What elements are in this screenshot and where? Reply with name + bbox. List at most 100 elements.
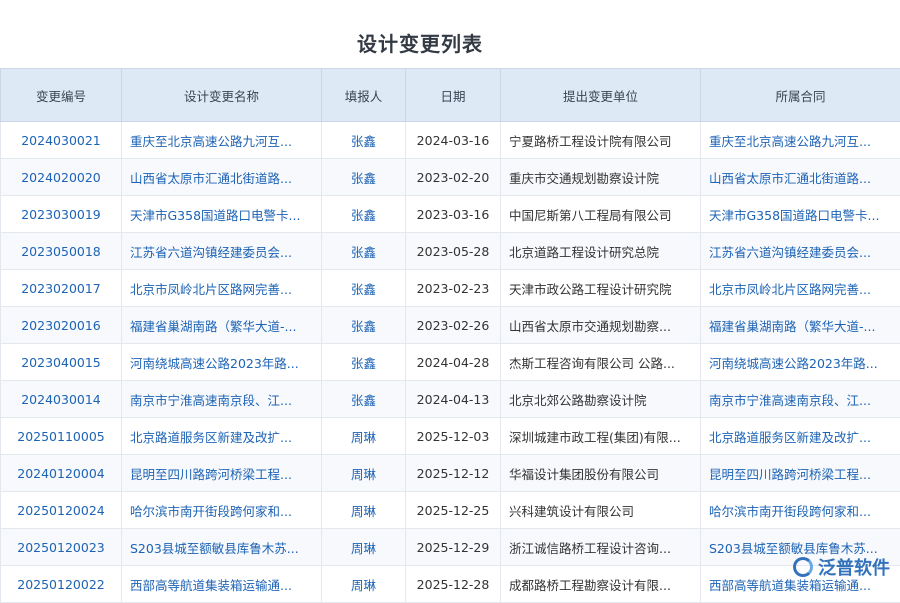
contract-link[interactable]: 北京市凤岭北片区路网完善... (709, 282, 871, 297)
cell-reporter: 周琳 (322, 492, 406, 529)
cell-name: 河南绕城高速公路2023年路... (122, 344, 322, 381)
code-link[interactable]: 20250120022 (17, 577, 104, 592)
reporter-link[interactable]: 张鑫 (351, 393, 376, 408)
code-link[interactable]: 20250120023 (17, 540, 104, 555)
name-link[interactable]: 天津市G358国道路口电警卡... (130, 208, 300, 223)
reporter-link[interactable]: 周琳 (351, 430, 376, 445)
contract-link[interactable]: 江苏省六道沟镇经建委员会... (709, 245, 871, 260)
code-link[interactable]: 2023030019 (21, 207, 101, 222)
name-link[interactable]: S203县城至额敏县库鲁木苏... (130, 541, 299, 556)
reporter-link[interactable]: 张鑫 (351, 208, 376, 223)
table-row[interactable]: 2023020017 北京市凤岭北片区路网完善... 张鑫 2023-02-23天津市… (1, 270, 900, 307)
contract-link[interactable]: 河南绕城高速公路2023年路... (709, 356, 878, 371)
name-link[interactable]: 北京市凤岭北片区路网完善... (130, 282, 292, 297)
reporter-link[interactable]: 周琳 (351, 578, 376, 593)
cell-date: 2023-02-23 (406, 270, 501, 307)
reporter-link[interactable]: 周琳 (351, 467, 376, 482)
cell-contract: 北京路道服务区新建及改扩... (701, 418, 900, 455)
cell-date: 2024-03-16 (406, 122, 501, 159)
table-row[interactable]: 2023030019天津市G358国道路口电警卡...张鑫2023-03-16中… (1, 196, 900, 233)
cell-reporter: 张鑫 (322, 270, 406, 307)
contract-link[interactable]: 重庆至北京高速公路九河互... (709, 134, 871, 149)
name-link[interactable]: 山西省太原市汇通北街道路... (130, 171, 292, 186)
cell-unit: 华福设计集团股份有限公司 (501, 455, 701, 492)
cell-reporter: 张鑫 (322, 344, 406, 381)
cell-contract: 哈尔滨市南开街段跨何家和... (701, 492, 900, 529)
cell-name: 哈尔滨市南开街段跨何家和... (122, 492, 322, 529)
cell-unit: 天津市政公路工程设计研究院 (501, 270, 701, 307)
cell-code: 20250120024 (1, 492, 122, 529)
reporter-link[interactable]: 张鑫 (351, 282, 376, 297)
reporter-link[interactable]: 张鑫 (351, 356, 376, 371)
column-header-contract[interactable]: 所属合同 (701, 69, 900, 122)
cell-date: 2025-12-25 (406, 492, 501, 529)
reporter-link[interactable]: 张鑫 (351, 134, 376, 149)
code-link[interactable]: 2024020020 (21, 170, 101, 185)
column-header-reporter[interactable]: 填报人 (322, 69, 406, 122)
column-header-name[interactable]: 设计变更名称 (122, 69, 322, 122)
table-row[interactable]: 2024030014 南京市宁淮高速南京段、江... 张鑫 2024-04-13北京北… (1, 381, 900, 418)
reporter-link[interactable]: 周琳 (351, 504, 376, 519)
table-row[interactable]: 20250110005北京路道服务区新建及改扩...周琳2025-12-03深圳… (1, 418, 900, 455)
name-link[interactable]: 北京路道服务区新建及改扩... (130, 430, 292, 445)
table-row[interactable]: 2023020016福建省巢湖南路（繁华大道-...张鑫2023-02-26山西… (1, 307, 900, 344)
name-link[interactable]: 河南绕城高速公路2023年路... (130, 356, 299, 371)
cell-date: 2025-12-03 (406, 418, 501, 455)
name-link[interactable]: 重庆至北京高速公路九河互... (130, 134, 292, 149)
code-link[interactable]: 2023020017 (21, 281, 101, 296)
contract-link[interactable]: 南京市宁淮高速南京段、江... (709, 393, 871, 408)
table-row[interactable]: 2024030021重庆至北京高速公路九河互...张鑫2024-03-16宁夏路… (1, 122, 900, 159)
reporter-link[interactable]: 张鑫 (351, 171, 376, 186)
cell-unit: 浙江诚信路桥工程设计咨询... (501, 529, 701, 566)
cell-unit: 兴科建筑设计有限公司 (501, 492, 701, 529)
cell-unit: 成都路桥工程勘察设计有限... (501, 566, 701, 603)
reporter-link[interactable]: 周琳 (351, 541, 376, 556)
name-link[interactable]: 南京市宁淮高速南京段、江... (130, 393, 292, 408)
code-link[interactable]: 20250120024 (17, 503, 104, 518)
contract-link[interactable]: 昆明至四川路跨河桥梁工程... (709, 467, 871, 482)
cell-name: 江苏省六道沟镇经建委员会... (122, 233, 322, 270)
code-link[interactable]: 2023050018 (21, 244, 101, 259)
contract-link[interactable]: 天津市G358国道路口电警卡... (709, 208, 879, 223)
cell-name: 山西省太原市汇通北街道路... (122, 159, 322, 196)
cell-date: 2024-04-13 (406, 381, 501, 418)
code-link[interactable]: 20240120004 (17, 466, 104, 481)
reporter-link[interactable]: 张鑫 (351, 319, 376, 334)
contract-link[interactable]: 北京路道服务区新建及改扩... (709, 430, 871, 445)
reporter-link[interactable]: 张鑫 (351, 245, 376, 260)
cell-name: 北京市凤岭北片区路网完善... (122, 270, 322, 307)
cell-contract: 山西省太原市汇通北街道路... (701, 159, 900, 196)
contract-link[interactable]: 福建省巢湖南路（繁华大道-... (709, 319, 875, 334)
column-header-date[interactable]: 日期 (406, 69, 501, 122)
cell-unit: 北京北郊公路勘察设计院 (501, 381, 701, 418)
watermark: 泛普软件 (793, 554, 890, 580)
table-row[interactable]: 2023040015河南绕城高速公路2023年路...张鑫2024-04-28杰… (1, 344, 900, 381)
name-link[interactable]: 西部高等航道集装箱运输通... (130, 578, 292, 593)
table-header-row: 变更编号 设计变更名称 填报人 日期 提出变更单位 所属合同 (1, 69, 900, 122)
code-link[interactable]: 2024030021 (21, 133, 101, 148)
table-row[interactable]: 20250120023S203县城至额敏县库鲁木苏...周琳2025-12-29… (1, 529, 900, 566)
name-link[interactable]: 福建省巢湖南路（繁华大道-... (130, 319, 296, 334)
cell-reporter: 周琳 (322, 529, 406, 566)
code-link[interactable]: 20250110005 (17, 429, 104, 444)
column-header-code[interactable]: 变更编号 (1, 69, 122, 122)
design-change-table: 变更编号 设计变更名称 填报人 日期 提出变更单位 所属合同 202403002… (0, 68, 900, 603)
table-row[interactable]: 20240120004昆明至四川路跨河桥梁工程...周琳2025-12-12华福… (1, 455, 900, 492)
contract-link[interactable]: 山西省太原市汇通北街道路... (709, 171, 871, 186)
cell-reporter: 张鑫 (322, 233, 406, 270)
code-link[interactable]: 2023040015 (21, 355, 101, 370)
table-row[interactable]: 2023050018江苏省六道沟镇经建委员会...张鑫2023-05-28北京道… (1, 233, 900, 270)
cell-reporter: 周琳 (322, 418, 406, 455)
table-row[interactable]: 20250120024 哈尔滨市南开街段跨何家和... 周琳 2025-12-25兴科… (1, 492, 900, 529)
code-link[interactable]: 2024030014 (21, 392, 101, 407)
cell-code: 2024030021 (1, 122, 122, 159)
table-row[interactable]: 20250120022西部高等航道集装箱运输通...周琳2025-12-28成都… (1, 566, 900, 603)
table-row[interactable]: 2024020020山西省太原市汇通北街道路...张鑫2023-02-20重庆市… (1, 159, 900, 196)
name-link[interactable]: 昆明至四川路跨河桥梁工程... (130, 467, 292, 482)
name-link[interactable]: 江苏省六道沟镇经建委员会... (130, 245, 292, 260)
code-link[interactable]: 2023020016 (21, 318, 101, 333)
column-header-unit[interactable]: 提出变更单位 (501, 69, 701, 122)
cell-code: 2023050018 (1, 233, 122, 270)
name-link[interactable]: 哈尔滨市南开街段跨何家和... (130, 504, 292, 519)
contract-link[interactable]: 哈尔滨市南开街段跨何家和... (709, 504, 871, 519)
